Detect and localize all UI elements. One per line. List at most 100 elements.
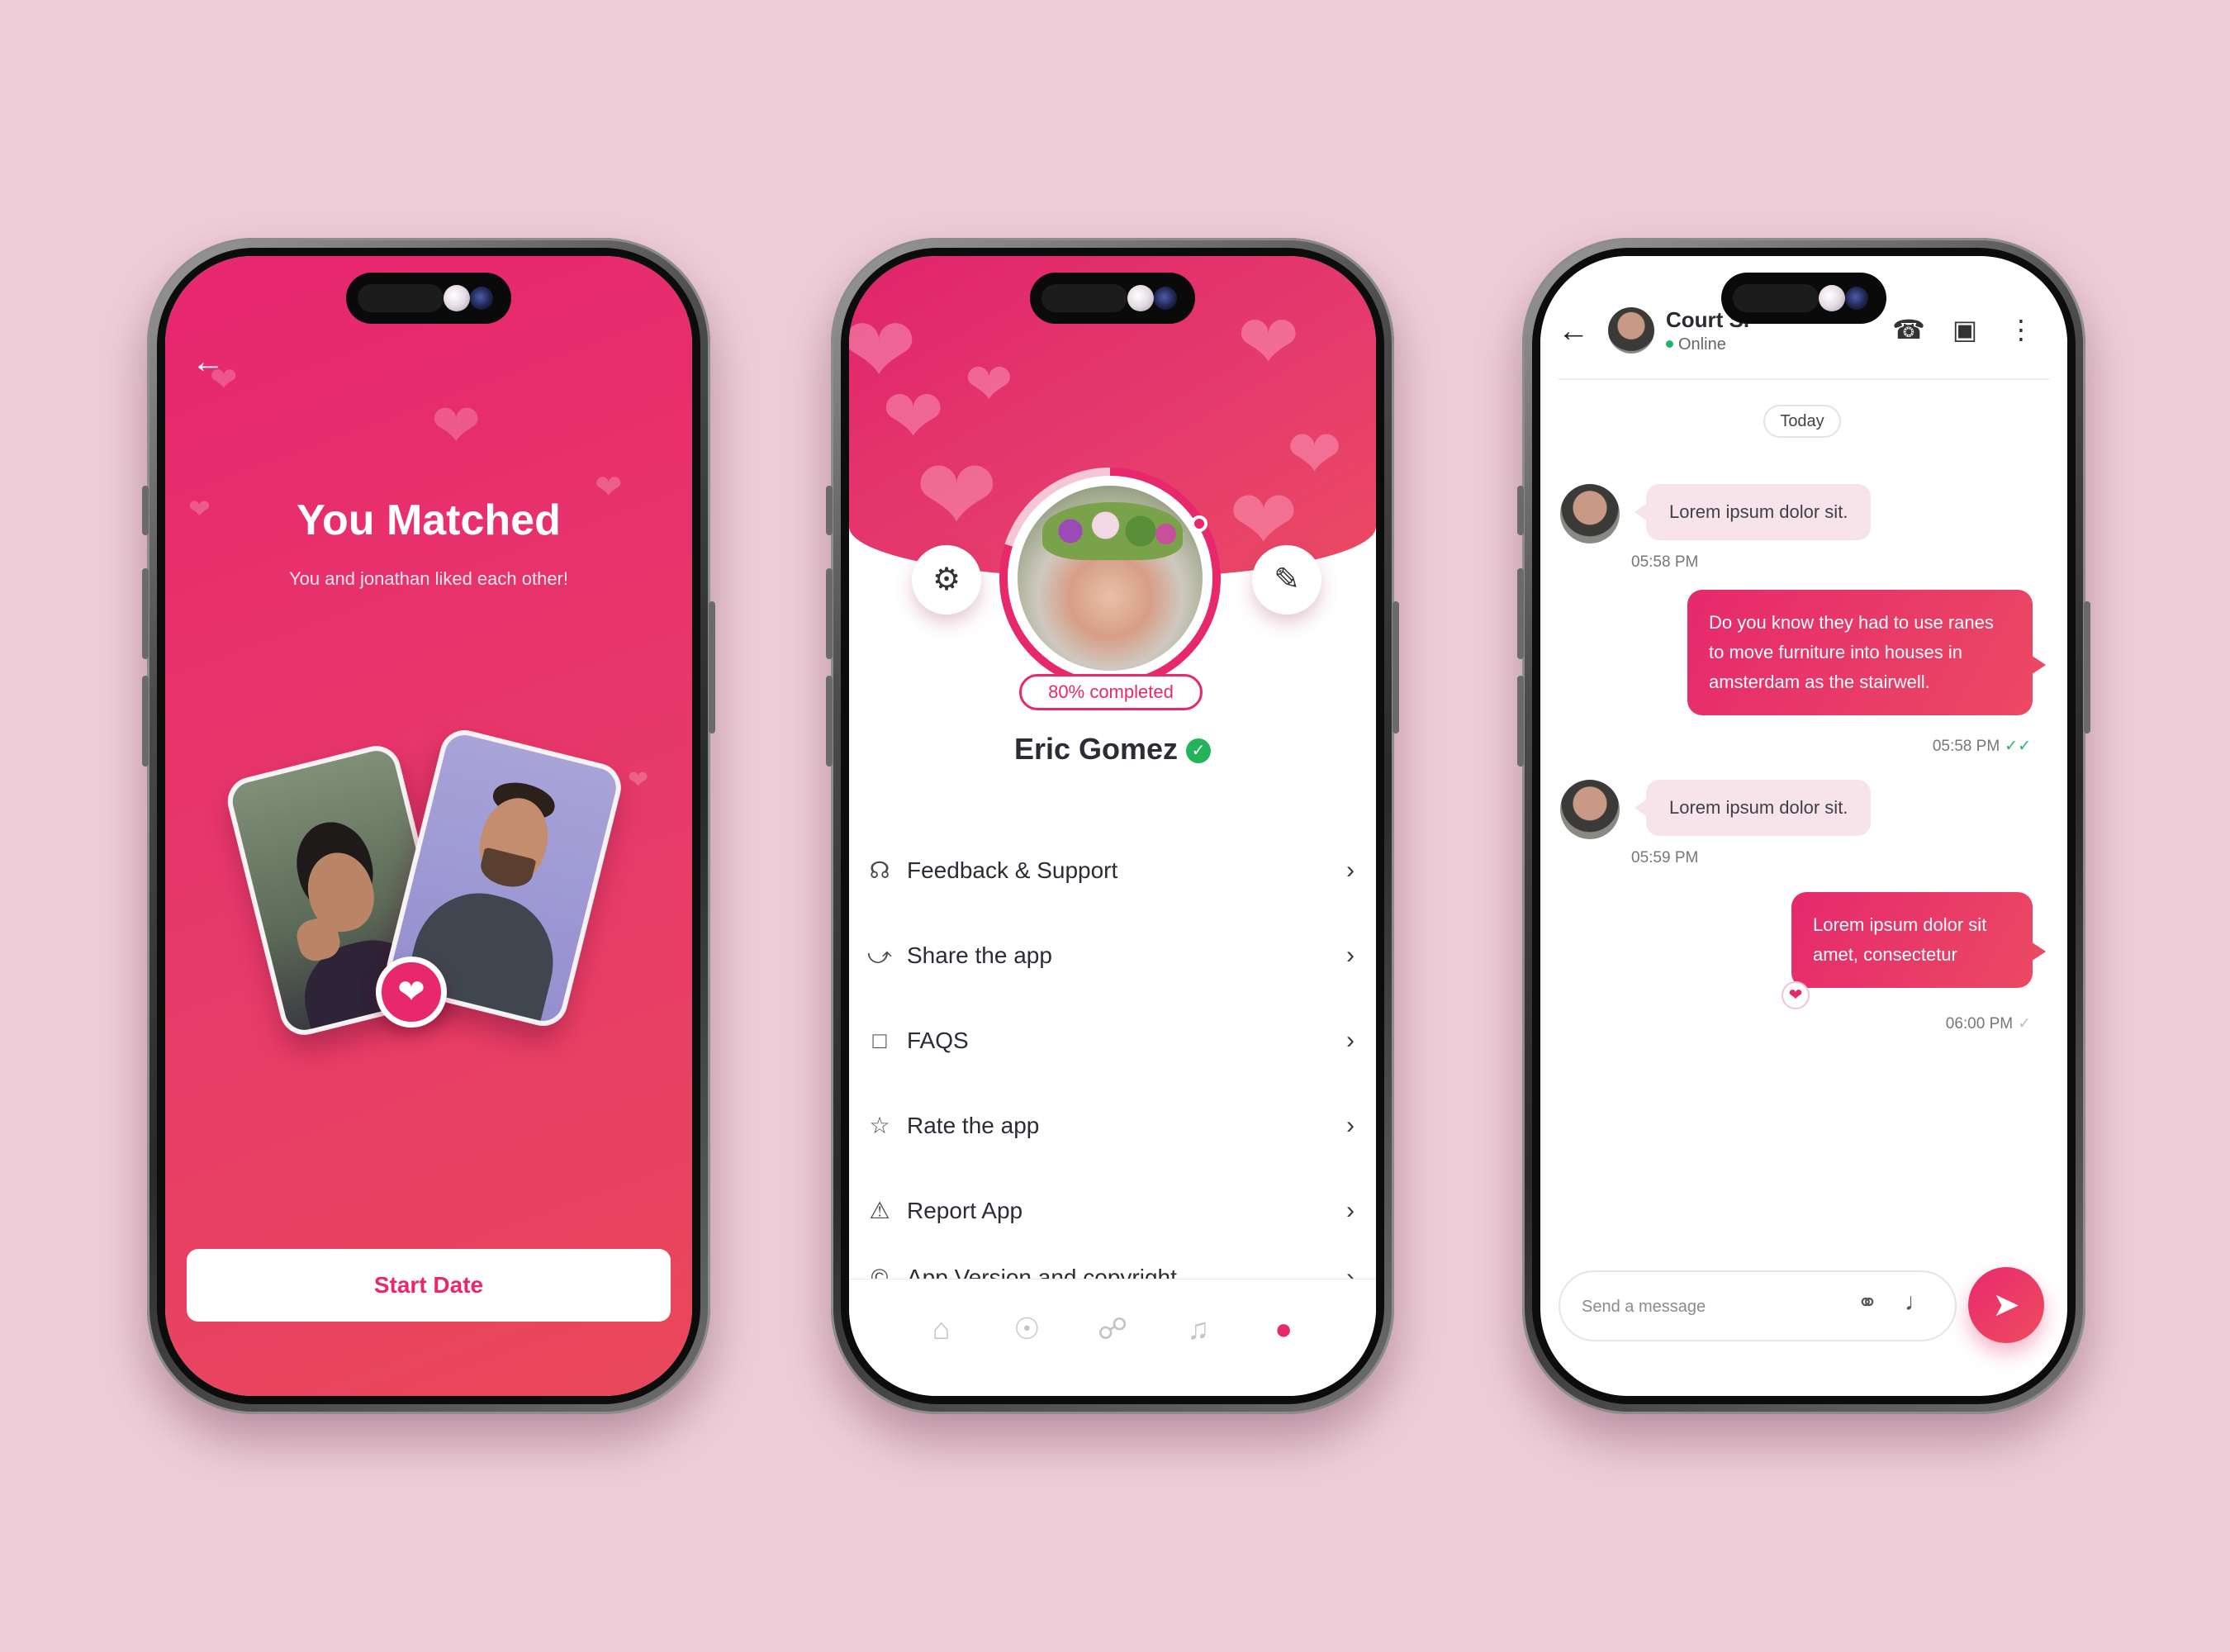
- message-time: 05:58 PM: [1932, 738, 2000, 755]
- phone-side-button: [709, 601, 715, 733]
- message-bubble-incoming: Lorem ipsum dolor sit.: [1634, 780, 1872, 836]
- message-bubble-outgoing: Do you know they had to use ranes to mov…: [1687, 590, 2046, 715]
- dynamic-island: [1721, 273, 1886, 324]
- chevron-right-icon: ›: [1346, 856, 1355, 884]
- microphone-icon[interactable]: ♩: [1900, 1289, 1933, 1317]
- report-icon: ⚠: [869, 1197, 890, 1223]
- pencil-icon: ✎: [1274, 563, 1300, 597]
- avatar: [1018, 486, 1203, 671]
- message-line: amet, consectetur: [1813, 944, 1957, 965]
- start-date-button[interactable]: Start Date: [187, 1249, 671, 1322]
- chat-screen: ← Court S. Online ☎ ▣ ⋮ Today Lorem ipsu…: [1540, 256, 2067, 1396]
- phone-icon[interactable]: ☎: [1892, 314, 1925, 345]
- phone-side-button: [1517, 486, 1524, 535]
- phone-side-button: [2084, 601, 2090, 733]
- menu-item-rate[interactable]: ☆ Rate the app ›: [849, 1083, 1376, 1168]
- decor-heart-icon: ❤: [915, 440, 999, 551]
- online-dot: [1666, 340, 1673, 348]
- menu-item-label: FAQS: [907, 1027, 969, 1053]
- avatar[interactable]: [1608, 307, 1654, 354]
- message-time: 05:59 PM: [1631, 849, 1699, 866]
- edit-profile-button[interactable]: ✎: [1252, 545, 1321, 615]
- share-icon: ⤻: [867, 942, 892, 968]
- match-screen: ❤ ❤ ❤ ❤ ❤ ← You Matched You and jonathan…: [165, 256, 692, 1396]
- home-icon[interactable]: ⌂: [922, 1309, 961, 1349]
- menu-item-faqs[interactable]: □ FAQS ›: [849, 998, 1376, 1083]
- phone-side-button: [1517, 568, 1524, 659]
- profile-icon[interactable]: ●: [1264, 1309, 1303, 1349]
- phone-side-button: [142, 568, 149, 659]
- avatar: [1560, 780, 1620, 839]
- menu-item-share[interactable]: ⤻ Share the app ›: [849, 913, 1376, 998]
- dynamic-island: [1030, 273, 1195, 324]
- header-divider: [1559, 378, 2049, 380]
- message-line: Lorem ipsum dolor sit: [1813, 914, 1987, 935]
- gear-icon: ⚙: [932, 563, 961, 597]
- message-time: 06:00 PM: [1945, 1015, 2014, 1032]
- decor-heart-icon: ❤: [628, 767, 649, 794]
- menu-item-label: Share the app: [907, 942, 1052, 968]
- profile-screen: ❤ ❤ ❤ ❤ ❤ ❤ ❤ ⚙ ✎ 80% completed Eric Gom…: [849, 256, 1376, 1396]
- menu-item-feedback[interactable]: ☊ Feedback & Support ›: [849, 828, 1376, 913]
- date-chip: Today: [1763, 405, 1841, 438]
- video-icon[interactable]: ▣: [1948, 314, 1981, 345]
- dynamic-island: [346, 273, 511, 324]
- question-bubble-icon: □: [872, 1027, 887, 1053]
- chevron-right-icon: ›: [1346, 941, 1355, 969]
- message-time: 05:58 PM: [1631, 553, 1699, 571]
- decor-heart-icon: ❤: [1287, 417, 1343, 491]
- message-line: Do you know they had to use ranes: [1709, 612, 1994, 633]
- match-title: You Matched: [297, 496, 561, 544]
- message-bubble-outgoing: Lorem ipsum dolor sit amet, consectetur: [1791, 892, 2046, 988]
- phone-side-button: [142, 486, 149, 535]
- message-line: to move furniture into houses in: [1709, 642, 1962, 662]
- headphones-icon: ☊: [869, 857, 890, 883]
- message-time-row: 06:00 PM ✓: [1946, 1014, 2031, 1033]
- chevron-right-icon: ›: [1346, 1026, 1355, 1054]
- phone-side-button: [1517, 676, 1524, 767]
- heart-reaction-icon[interactable]: ❤: [1782, 981, 1810, 1009]
- settings-menu: ☊ Feedback & Support › ⤻ Share the app ›…: [849, 828, 1376, 1303]
- match-subtitle: You and jonathan liked each other!: [288, 568, 568, 589]
- back-arrow-icon[interactable]: ←: [1555, 314, 1592, 349]
- phone-profile: ❤ ❤ ❤ ❤ ❤ ❤ ❤ ⚙ ✎ 80% completed Eric Gom…: [826, 238, 1399, 1414]
- verified-check-icon: ✓: [1186, 738, 1212, 763]
- message-time-row: 05:58 PM ✓✓: [1933, 737, 2031, 756]
- contact-status-text: Online: [1678, 335, 1726, 354]
- avatar: [1560, 484, 1620, 544]
- phone-side-button: [826, 568, 833, 659]
- phone-side-button: [1393, 601, 1399, 733]
- decor-heart-icon: ❤: [965, 352, 1013, 416]
- message-input[interactable]: [1582, 1290, 1829, 1323]
- phone-match: ❤ ❤ ❤ ❤ ❤ ← You Matched You and jonathan…: [142, 238, 715, 1414]
- settings-button[interactable]: ⚙: [912, 545, 981, 615]
- message-composer: ⚭ ♩: [1559, 1270, 1957, 1341]
- menu-item-label: Report App: [907, 1197, 1023, 1223]
- chat-icon[interactable]: ☍: [1093, 1309, 1132, 1349]
- message-line: amsterdam as the stairwell.: [1709, 672, 1930, 692]
- decor-heart-icon: ❤: [431, 393, 482, 459]
- compass-icon[interactable]: ☉: [1007, 1309, 1046, 1349]
- decor-heart-icon: ❤: [1237, 301, 1300, 384]
- profile-name: Eric Gomez: [1013, 732, 1179, 766]
- send-icon: ➤: [1992, 1287, 2020, 1323]
- bottom-nav: ⌂ ☉ ☍ ♫ ●: [849, 1279, 1376, 1396]
- menu-item-report[interactable]: ⚠ Report App ›: [849, 1168, 1376, 1253]
- send-button[interactable]: ➤: [1968, 1267, 2044, 1343]
- more-vertical-icon[interactable]: ⋮: [2005, 314, 2038, 345]
- bell-icon[interactable]: ♫: [1179, 1309, 1218, 1349]
- sent-check-icon: ✓: [2018, 1015, 2031, 1032]
- back-arrow-icon[interactable]: ←: [188, 342, 228, 382]
- profile-name-row: Eric Gomez ✓: [849, 732, 1376, 767]
- profile-avatar-progress: [999, 468, 1221, 689]
- chevron-right-icon: ›: [1346, 1196, 1355, 1224]
- completion-badge: 80% completed: [1019, 674, 1203, 710]
- chevron-right-icon: ›: [1346, 1111, 1355, 1139]
- phone-side-button: [826, 486, 833, 535]
- phone-side-button: [826, 676, 833, 767]
- attachment-icon[interactable]: ⚭: [1851, 1289, 1884, 1317]
- message-bubble-incoming: Lorem ipsum dolor sit.: [1634, 484, 1872, 540]
- phone-side-button: [142, 676, 149, 767]
- progress-dot: [1191, 515, 1208, 532]
- phone-chat: ← Court S. Online ☎ ▣ ⋮ Today Lorem ipsu…: [1517, 238, 2090, 1414]
